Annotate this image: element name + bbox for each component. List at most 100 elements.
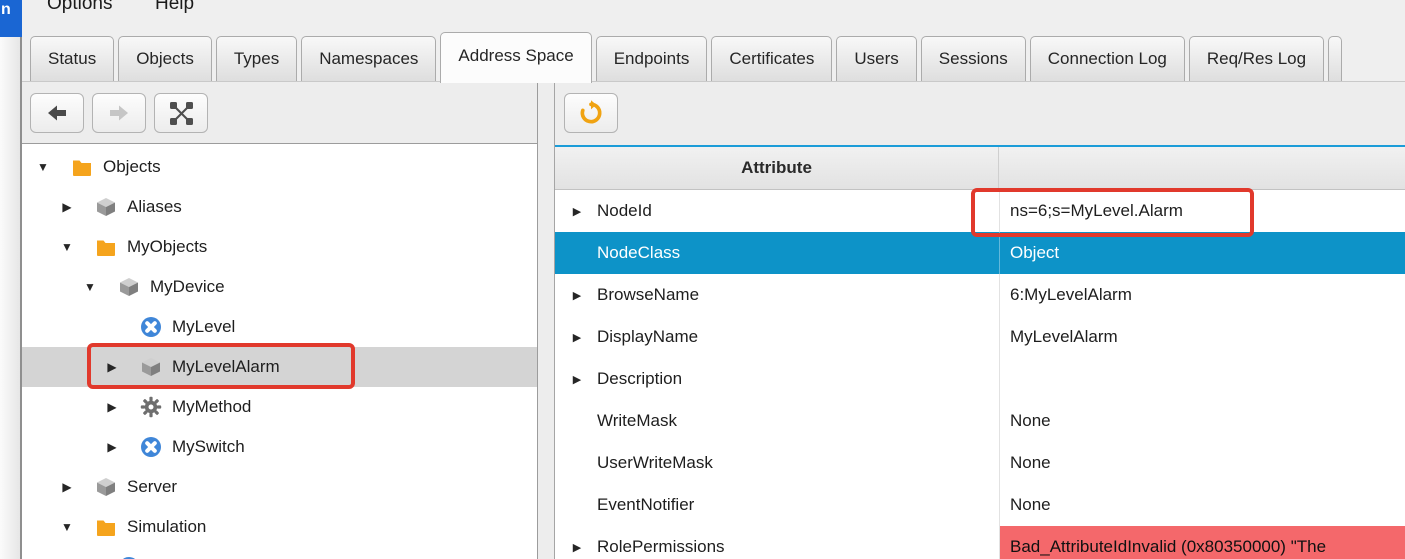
variable-icon bbox=[140, 316, 162, 338]
expand-arrow-icon[interactable]: ▶ bbox=[569, 331, 585, 344]
tab-users[interactable]: Users bbox=[836, 36, 916, 81]
tree-item-clipped[interactable] bbox=[22, 547, 537, 559]
tree-item-label: Aliases bbox=[127, 197, 182, 217]
folder-icon bbox=[95, 516, 117, 538]
object-cube-icon bbox=[118, 276, 140, 298]
tree-item-label: Server bbox=[127, 477, 177, 497]
collapse-arrow-icon[interactable]: ▼ bbox=[59, 520, 75, 534]
tree-item-simulation[interactable]: ▼ Simulation bbox=[22, 507, 537, 547]
attribute-row-description[interactable]: ▶ Description bbox=[555, 358, 1405, 400]
tree-item-objects[interactable]: ▼ Objects bbox=[22, 147, 537, 187]
attribute-row-userwritemask[interactable]: UserWriteMask None bbox=[555, 442, 1405, 484]
attribute-column-header[interactable]: Attribute bbox=[555, 147, 999, 189]
tree-item-label: MyLevel bbox=[172, 317, 235, 337]
opcua-app-window: Options Help Status Objects Types Namesp… bbox=[22, 0, 1405, 559]
tree-item-label: MyObjects bbox=[127, 237, 207, 257]
tree-panel: ▼ Objects ▶ Aliases ▼ bbox=[22, 82, 538, 559]
back-button[interactable] bbox=[30, 93, 84, 133]
address-space-pane: ▼ Objects ▶ Aliases ▼ bbox=[22, 82, 1405, 559]
tab-bar: Status Objects Types Namespaces Address … bbox=[22, 30, 1405, 82]
attribute-row-browsename[interactable]: ▶BrowseName 6:MyLevelAlarm bbox=[555, 274, 1405, 316]
attribute-name: Description bbox=[597, 369, 682, 389]
screen: n Options Help Status Objects Types Name… bbox=[0, 0, 1405, 559]
back-icon bbox=[45, 102, 69, 124]
collapse-arrow-icon[interactable]: ▼ bbox=[35, 160, 51, 174]
attribute-name: NodeClass bbox=[597, 243, 680, 263]
tree-item-myswitch[interactable]: ▶ MySwitch bbox=[22, 427, 537, 467]
menu-help[interactable]: Help bbox=[155, 0, 194, 15]
refresh-button[interactable] bbox=[564, 93, 618, 133]
attribute-value: None bbox=[999, 442, 1405, 484]
tree-item-label: MySwitch bbox=[172, 437, 245, 457]
attribute-value: MyLevelAlarm bbox=[999, 316, 1405, 358]
tab-types[interactable]: Types bbox=[216, 36, 297, 81]
attribute-row-writemask[interactable]: WriteMask None bbox=[555, 400, 1405, 442]
expand-arrow-icon[interactable]: ▶ bbox=[104, 360, 120, 374]
tree-item-label: MyDevice bbox=[150, 277, 225, 297]
attributes-panel: Attribute ▶NodeId ns=6;s=MyLevel.Alarm N… bbox=[554, 82, 1405, 559]
tree-item-myobjects[interactable]: ▼ MyObjects bbox=[22, 227, 537, 267]
attribute-name: RolePermissions bbox=[597, 537, 725, 557]
forward-button[interactable] bbox=[92, 93, 146, 133]
object-cube-icon bbox=[95, 196, 117, 218]
object-cube-icon bbox=[140, 356, 162, 378]
tree-item-mymethod[interactable]: ▶ bbox=[22, 387, 537, 427]
attribute-name: EventNotifier bbox=[597, 495, 694, 515]
expand-arrow-icon[interactable]: ▶ bbox=[569, 373, 585, 386]
menu-options[interactable]: Options bbox=[47, 0, 112, 15]
graph-view-button[interactable] bbox=[154, 93, 208, 133]
browser-window-edge bbox=[0, 0, 22, 559]
object-cube-icon bbox=[95, 476, 117, 498]
tree-item-label: MyMethod bbox=[172, 397, 251, 417]
attributes-table: Attribute ▶NodeId ns=6;s=MyLevel.Alarm N… bbox=[555, 145, 1405, 559]
expand-arrow-icon[interactable]: ▶ bbox=[104, 400, 120, 414]
menu-bar: Options Help bbox=[22, 0, 1405, 30]
tree-item-server[interactable]: ▶ Server bbox=[22, 467, 537, 507]
collapse-arrow-icon[interactable]: ▼ bbox=[59, 240, 75, 254]
variable-icon bbox=[140, 436, 162, 458]
tab-namespaces[interactable]: Namespaces bbox=[301, 36, 436, 81]
forward-icon bbox=[107, 102, 131, 124]
attribute-row-nodeid[interactable]: ▶NodeId ns=6;s=MyLevel.Alarm bbox=[555, 190, 1405, 232]
tab-certificates[interactable]: Certificates bbox=[711, 36, 832, 81]
attribute-row-displayname[interactable]: ▶ DisplayName MyLevelAlarm bbox=[555, 316, 1405, 358]
expand-arrow-icon[interactable]: ▶ bbox=[569, 289, 585, 302]
expand-arrow-icon[interactable]: ▶ bbox=[569, 205, 585, 218]
expand-arrow-icon[interactable]: ▶ bbox=[569, 541, 585, 554]
collapse-arrow-icon[interactable]: ▼ bbox=[82, 280, 98, 294]
attribute-row-rolepermissions[interactable]: ▶RolePermissions Bad_AttributeIdInvalid … bbox=[555, 526, 1405, 559]
tab-sessions[interactable]: Sessions bbox=[921, 36, 1026, 81]
value-column-header[interactable] bbox=[999, 147, 1405, 189]
tab-status[interactable]: Status bbox=[30, 36, 114, 81]
tree-item-label: Objects bbox=[103, 157, 161, 177]
method-gear-icon bbox=[140, 396, 162, 418]
tab-address-space[interactable]: Address Space bbox=[440, 32, 591, 83]
attribute-value bbox=[999, 358, 1405, 400]
tab-reqres-log[interactable]: Req/Res Log bbox=[1189, 36, 1324, 81]
refresh-icon bbox=[578, 100, 604, 126]
attribute-name: WriteMask bbox=[597, 411, 677, 431]
tab-connection-log[interactable]: Connection Log bbox=[1030, 36, 1185, 81]
tree-item-mylevelalarm[interactable]: ▶ MyLevelAlarm bbox=[22, 347, 537, 387]
tree-item-label: MyLevelAlarm bbox=[172, 357, 280, 377]
attribute-value: ns=6;s=MyLevel.Alarm bbox=[999, 190, 1405, 232]
tree-item-aliases[interactable]: ▶ Aliases bbox=[22, 187, 537, 227]
attribute-row-nodeclass[interactable]: NodeClass Object bbox=[555, 232, 1405, 274]
attribute-row-eventnotifier[interactable]: EventNotifier None bbox=[555, 484, 1405, 526]
expand-arrow-icon[interactable]: ▶ bbox=[59, 200, 75, 214]
tab-endpoints[interactable]: Endpoints bbox=[596, 36, 708, 81]
tree-item-mydevice[interactable]: ▼ MyDevice bbox=[22, 267, 537, 307]
expand-arrow-icon[interactable]: ▶ bbox=[104, 440, 120, 454]
tab-objects[interactable]: Objects bbox=[118, 36, 212, 81]
browser-tab[interactable]: n bbox=[0, 0, 22, 37]
attribute-name: DisplayName bbox=[597, 327, 698, 347]
tree-item-mylevel[interactable]: MyLevel bbox=[22, 307, 537, 347]
folder-icon bbox=[71, 156, 93, 178]
folder-icon bbox=[95, 236, 117, 258]
tab-partial[interactable] bbox=[1328, 36, 1342, 81]
table-header: Attribute bbox=[555, 147, 1405, 190]
attribute-name: UserWriteMask bbox=[597, 453, 713, 473]
attribute-name: BrowseName bbox=[597, 285, 699, 305]
expand-arrow-icon[interactable]: ▶ bbox=[59, 480, 75, 494]
attribute-value: None bbox=[999, 400, 1405, 442]
